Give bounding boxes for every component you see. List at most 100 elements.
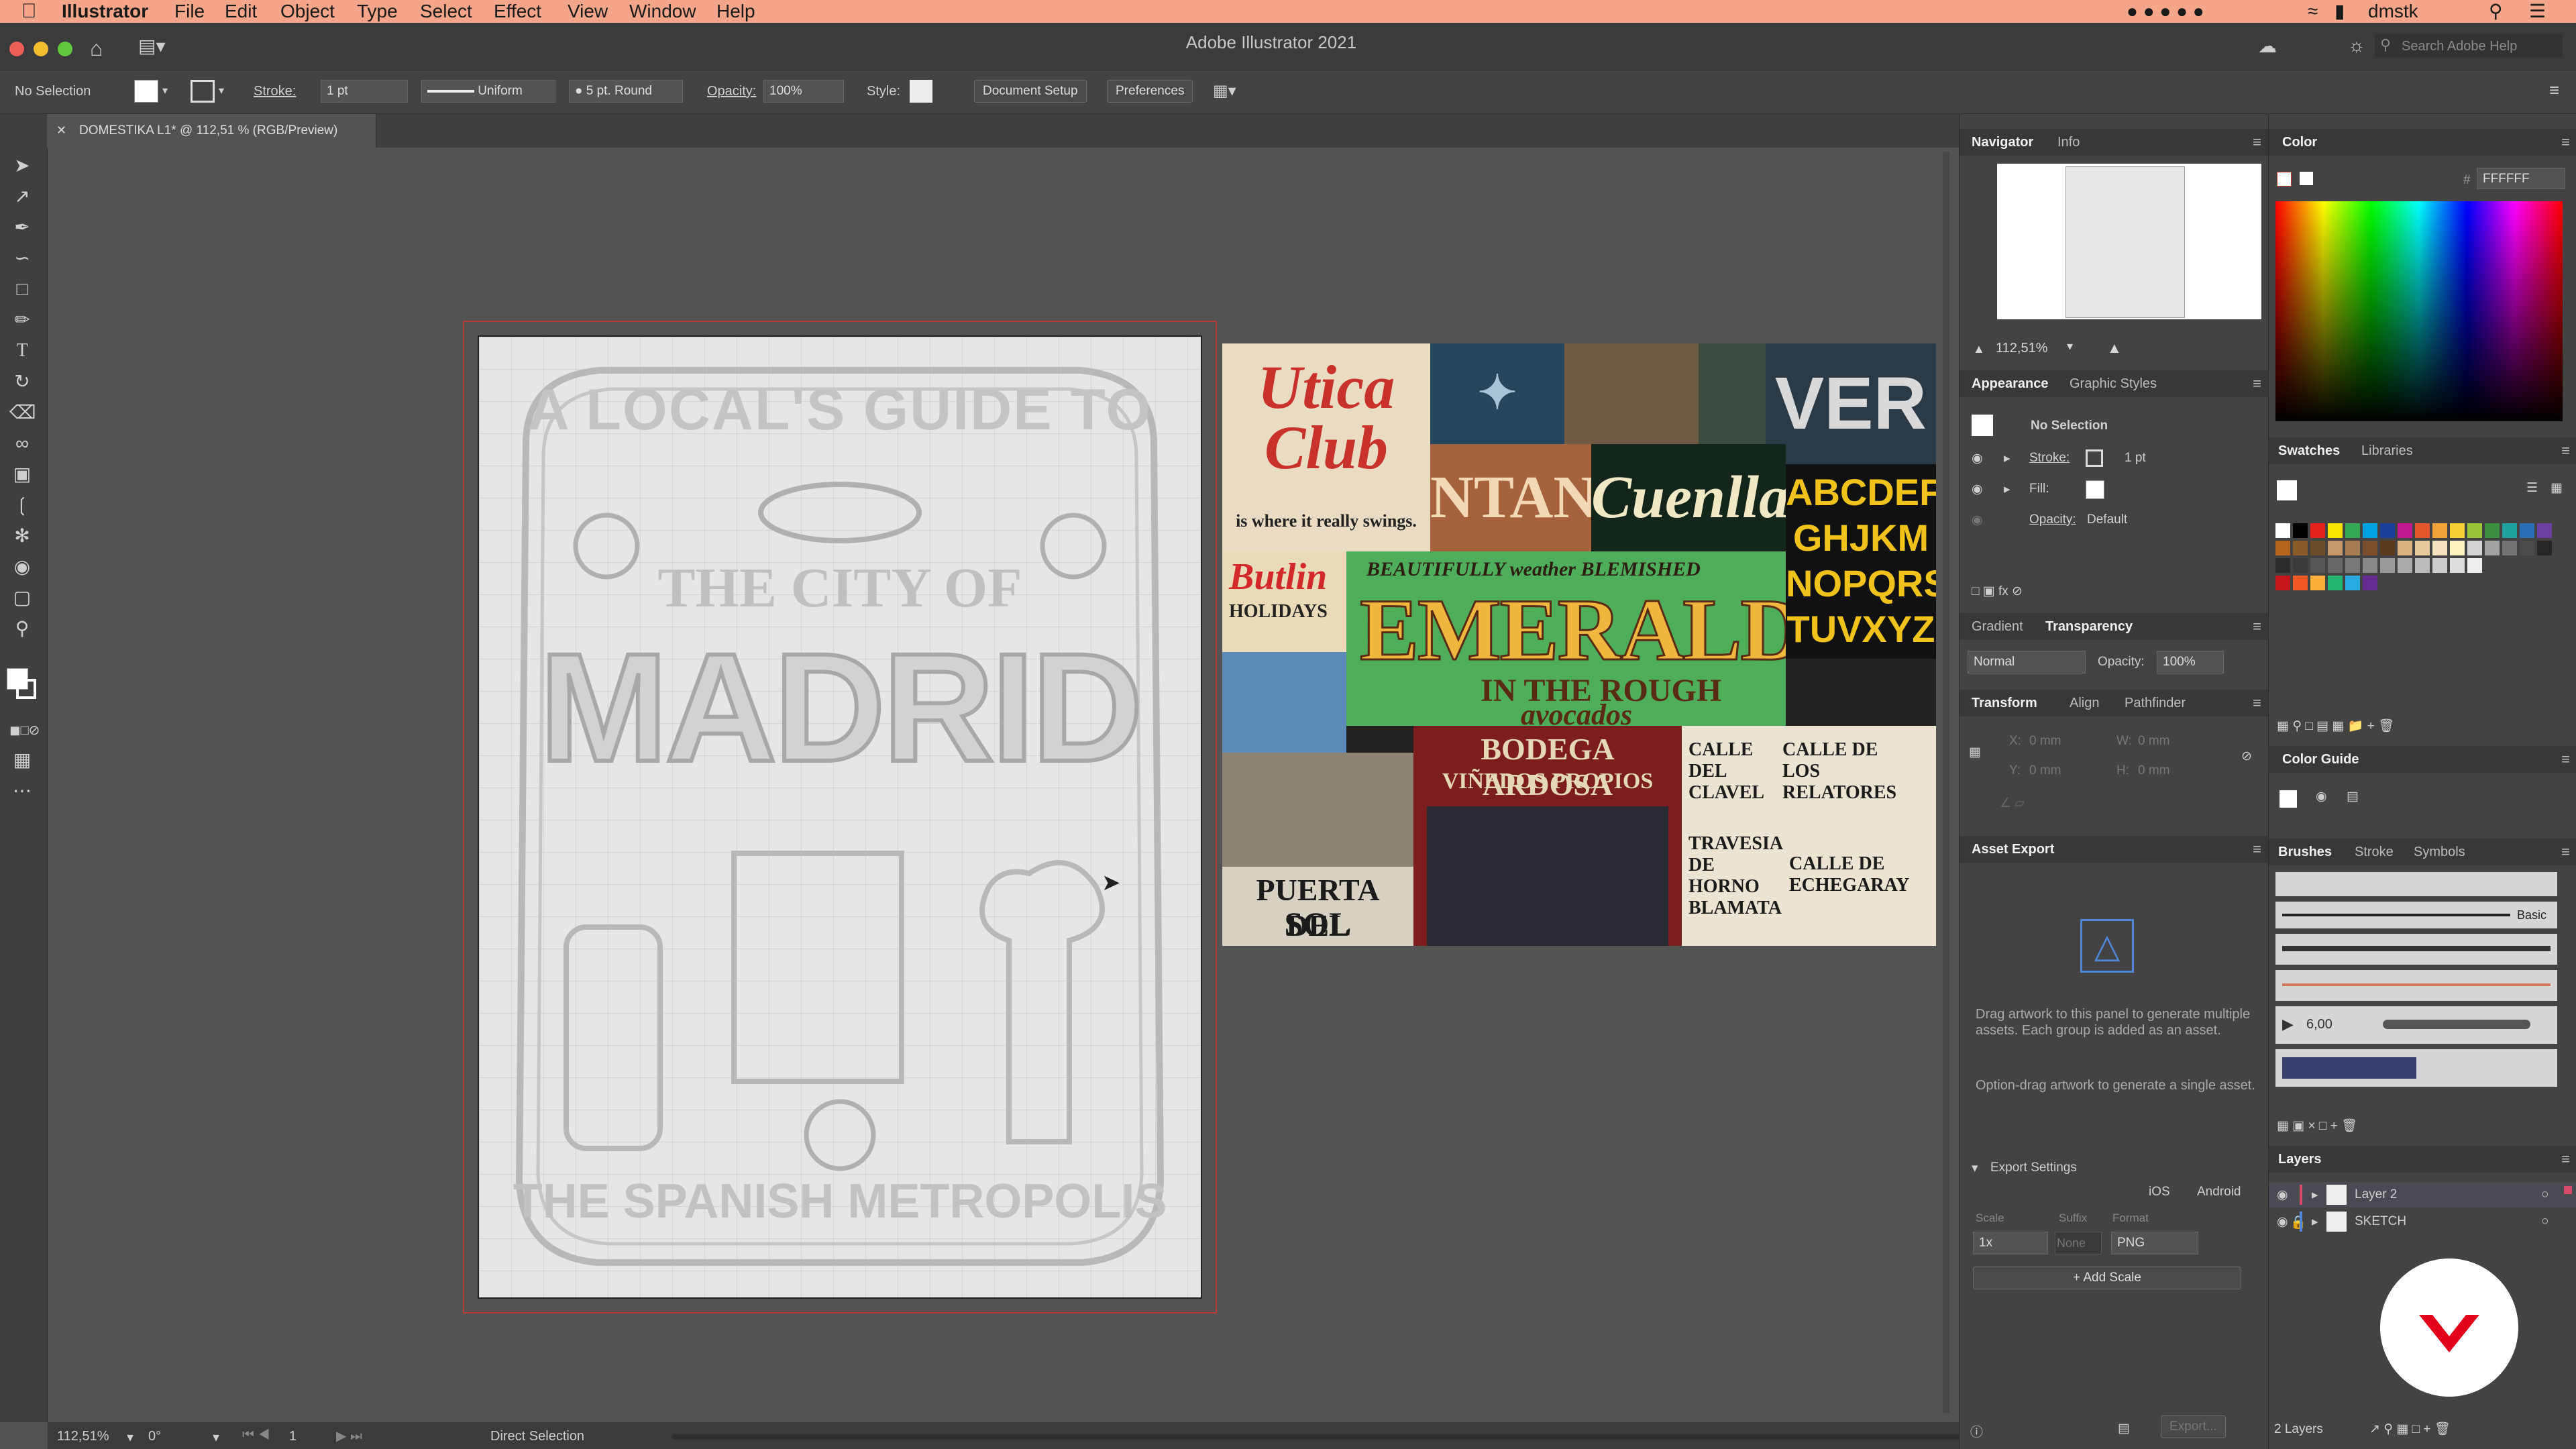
export-settings-label[interactable]: Export Settings (1990, 1161, 2077, 1175)
eyedropper-tool-icon[interactable]: ❲ (9, 492, 35, 518)
panel-menu-icon[interactable]: ≡ (2253, 836, 2261, 863)
ios-button[interactable]: iOS (2149, 1185, 2170, 1199)
tab-stroke[interactable]: Stroke (2355, 839, 2394, 865)
zoom-level[interactable]: 112,51% (57, 1429, 109, 1444)
brush-footer-icons[interactable]: ▦ ▣ × □ + 🗑 (2277, 1118, 2357, 1134)
chevron-down-icon[interactable]: ▾ (162, 84, 168, 97)
appearance-stroke-swatch[interactable] (2086, 449, 2103, 467)
chevron-right-icon[interactable]: ▸ (2004, 451, 2010, 466)
constrain-proportions-icon[interactable]: ⊘ (2241, 749, 2252, 764)
brush-pattern-row[interactable] (2275, 1049, 2557, 1087)
menu-type[interactable]: Type (357, 0, 398, 23)
layer-target-icon[interactable]: ○ (2541, 1187, 2548, 1202)
rectangle-tool-icon[interactable]: □ (9, 276, 35, 302)
lightbulb-icon[interactable]: ☼ (2348, 35, 2365, 56)
color-guide-library-icon[interactable]: ▤ (2347, 789, 2359, 804)
pen-tool-icon[interactable]: ✒ (9, 215, 35, 240)
stroke-color-icon[interactable] (16, 679, 36, 699)
artboard-number[interactable]: 1 (289, 1429, 297, 1444)
artboard-nav-icons[interactable]: ⏮ ◀ (242, 1428, 270, 1443)
apple-icon[interactable]:  (21, 0, 37, 23)
artboard-next-icons[interactable]: ▶ ⏭ (336, 1428, 362, 1444)
chevron-right-icon[interactable]: ▸ (2312, 1187, 2318, 1203)
stroke-label[interactable]: Stroke: (254, 84, 296, 99)
shape-builder-tool-icon[interactable]: ◉ (9, 554, 35, 580)
chevron-down-icon[interactable]: ▾ (1972, 1161, 1978, 1176)
menubar-user[interactable]: dmstk (2368, 0, 2418, 23)
reference-point-icon[interactable]: ▦ (1969, 745, 1981, 760)
document-tab[interactable]: ✕ DOMESTIKA L1* @ 112,51 % (RGB/Preview) (47, 114, 376, 148)
close-tab-icon[interactable]: ✕ (56, 123, 66, 138)
brush-definition[interactable]: ● 5 pt. Round (569, 80, 683, 103)
color-guide-base-swatch[interactable] (2279, 790, 2297, 808)
graphic-style-swatch[interactable] (910, 80, 932, 103)
gradient-tool-icon[interactable]: ▣ (9, 462, 35, 487)
horizontal-scrollbar[interactable] (672, 1434, 1973, 1440)
menu-help[interactable]: Help (716, 0, 755, 23)
scale-select[interactable]: 1x (1973, 1232, 2048, 1254)
tab-swatches[interactable]: Swatches (2278, 437, 2340, 464)
rotate-shear-icons[interactable]: ∠ ▱ (2000, 796, 2025, 811)
opacity-label[interactable]: Opacity: (707, 84, 756, 99)
menu-select[interactable]: Select (420, 0, 472, 23)
appearance-stroke-value[interactable]: 1 pt (2125, 451, 2146, 466)
brush-basic-row[interactable]: Basic (2275, 902, 2557, 928)
panel-menu-icon[interactable]: ≡ (2561, 1146, 2570, 1173)
direct-selection-tool-icon[interactable]: ↗ (9, 184, 35, 209)
export-button[interactable]: Export... (2161, 1415, 2226, 1438)
document-setup-button[interactable]: Document Setup (974, 80, 1087, 103)
status-icons[interactable]: ● ● ● ● ● (2127, 0, 2204, 23)
rotation-value[interactable]: 0° (148, 1429, 161, 1444)
vertical-scrollbar[interactable] (1943, 152, 1949, 1413)
zoom-out-icon[interactable]: ▲ (1973, 342, 1985, 356)
eraser-tool-icon[interactable]: ⌫ (9, 400, 36, 425)
artboard-tool-icon[interactable]: ▢ (9, 585, 35, 610)
eye-icon[interactable]: ◉ (1972, 482, 1983, 497)
hex-input[interactable]: FFFFFF (2477, 168, 2565, 189)
eye-icon[interactable]: ◉ (1972, 451, 1983, 466)
opacity-input[interactable]: 100% (763, 80, 844, 103)
spotlight-icon[interactable]: ⚲ (2489, 0, 2503, 23)
color-spectrum[interactable] (2275, 201, 2563, 421)
menu-window[interactable]: Window (629, 0, 696, 23)
tab-graphic-styles[interactable]: Graphic Styles (2070, 370, 2157, 397)
selection-tool-icon[interactable]: ➤ (9, 153, 35, 178)
panel-menu-icon[interactable]: ≡ (2253, 370, 2261, 397)
panel-menu-icon[interactable]: ≡ (2253, 129, 2261, 156)
curvature-tool-icon[interactable]: ∽ (9, 246, 35, 271)
add-scale-button[interactable]: + Add Scale (1973, 1267, 2241, 1289)
panel-menu-icon[interactable]: ≡ (2253, 690, 2261, 716)
menu-object[interactable]: Object (280, 0, 335, 23)
screen-mode-icon[interactable]: ▦ (9, 747, 35, 773)
tab-gradient[interactable]: Gradient (1972, 613, 2023, 640)
swatch-footer-icons[interactable]: ▦ ⚲ □ ▤ ▦ 📁 + 🗑 (2277, 718, 2394, 734)
search-help-field[interactable]: ⚲ Search Adobe Help (2375, 34, 2563, 58)
layer-row[interactable]: ◉ 🔒 ▸ SKETCH ○ (2269, 1209, 2576, 1234)
battery-icon[interactable]: ▮ (2334, 0, 2345, 23)
layers-footer-icons[interactable]: ↗ ⚲ ▦ □ + 🗑 (2369, 1421, 2451, 1437)
eye-icon[interactable]: ◉ (1972, 513, 1983, 528)
panel-menu-icon[interactable]: ≡ (2549, 80, 2559, 101)
info-icon[interactable]: ⓘ (1970, 1422, 1983, 1440)
eye-icon[interactable]: ◉ (2277, 1187, 2288, 1203)
w-input[interactable]: 0 mm (2138, 734, 2170, 749)
blend-mode-select[interactable]: Normal (1968, 651, 2086, 674)
tab-brushes[interactable]: Brushes (2278, 839, 2332, 865)
panel-menu-icon[interactable]: ≡ (2561, 437, 2570, 464)
brush-charcoal-row[interactable] (2275, 934, 2557, 965)
chevron-down-icon[interactable]: ▾ (213, 1429, 219, 1446)
chevron-down-icon[interactable]: ▾ (127, 1429, 133, 1446)
menu-edit[interactable]: Edit (225, 0, 257, 23)
appearance-footer-icons[interactable]: □ ▣ fx ⊘ (1972, 584, 2023, 599)
tab-symbols[interactable]: Symbols (2414, 839, 2465, 865)
eye-icon[interactable]: ◉ (2277, 1214, 2288, 1230)
artboard[interactable]: A LOCAL'S GUIDE TO THE CITY OF MADRID TH… (478, 335, 1202, 1299)
fill-swatch[interactable] (134, 80, 158, 103)
tab-pathfinder[interactable]: Pathfinder (2125, 690, 2186, 716)
wifi-icon[interactable]: ≈ (2308, 0, 2318, 23)
panel-menu-icon[interactable]: ≡ (2561, 839, 2570, 865)
panel-menu-icon[interactable]: ≡ (2253, 613, 2261, 640)
swatch-grid[interactable] (2275, 523, 2564, 637)
format-select[interactable]: PNG (2111, 1232, 2198, 1254)
menu-app[interactable]: Illustrator (62, 0, 148, 23)
